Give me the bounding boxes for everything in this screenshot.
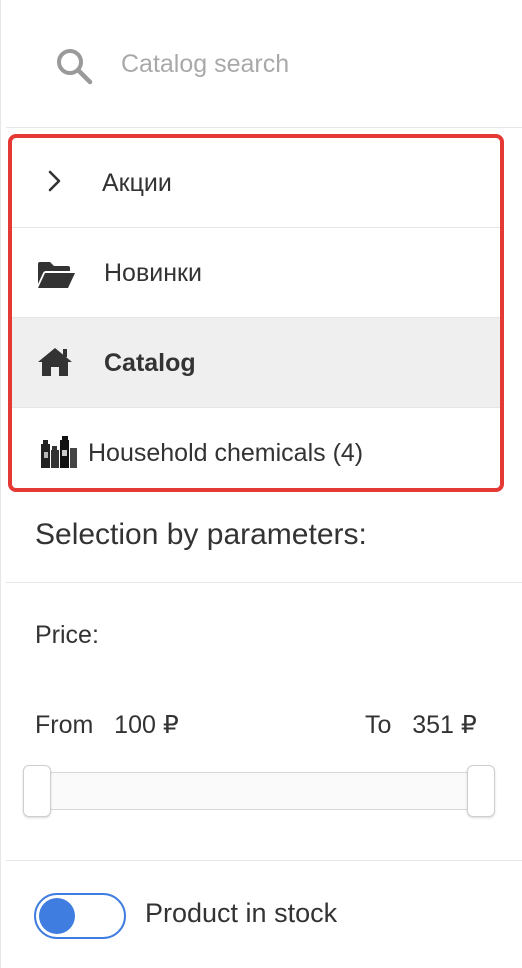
price-from-value[interactable]: 100 <box>114 711 156 739</box>
toggle-knob <box>39 898 75 934</box>
household-chemicals-thumbnail-icon <box>41 436 77 468</box>
chevron-right-icon <box>48 170 61 192</box>
menu-item-label: Catalog <box>104 349 196 377</box>
menu-item-label: Новинки <box>104 259 202 287</box>
price-from: From 100 ₽ <box>35 710 179 740</box>
divider <box>6 860 522 861</box>
menu-item-catalog[interactable]: Catalog <box>12 318 500 408</box>
divider <box>6 582 522 583</box>
price-to-value[interactable]: 351 <box>412 711 454 739</box>
currency-symbol: ₽ <box>460 711 477 739</box>
price-range-track[interactable] <box>37 772 487 810</box>
price-to-label: To <box>365 711 392 739</box>
menu-item-promotions[interactable]: Акции <box>12 138 500 228</box>
menu-item-new-arrivals[interactable]: Новинки <box>12 228 500 318</box>
filter-title: Selection by parameters: <box>35 518 367 551</box>
home-icon <box>38 348 72 376</box>
catalog-sidebar: Акции Новинки Catalog <box>0 0 522 968</box>
catalog-search-bar <box>6 0 522 128</box>
in-stock-label: Product in stock <box>145 898 338 928</box>
currency-symbol: ₽ <box>162 711 179 739</box>
price-to: To 351 ₽ <box>365 710 477 740</box>
price-label: Price: <box>35 621 99 649</box>
menu-item-household-chemicals[interactable]: Household chemicals (4) <box>12 408 500 488</box>
price-from-label: From <box>35 711 94 739</box>
price-range-max-handle[interactable] <box>467 765 495 817</box>
price-range-min-handle[interactable] <box>23 765 51 817</box>
catalog-menu: Акции Новинки Catalog Household chemical… <box>8 134 504 492</box>
menu-item-label: Акции <box>102 169 172 197</box>
catalog-search-input[interactable] <box>121 44 501 84</box>
search-icon[interactable] <box>54 46 94 86</box>
menu-item-label: Household chemicals (4) <box>88 439 364 467</box>
in-stock-toggle[interactable] <box>34 893 126 939</box>
folder-open-icon <box>38 262 75 288</box>
